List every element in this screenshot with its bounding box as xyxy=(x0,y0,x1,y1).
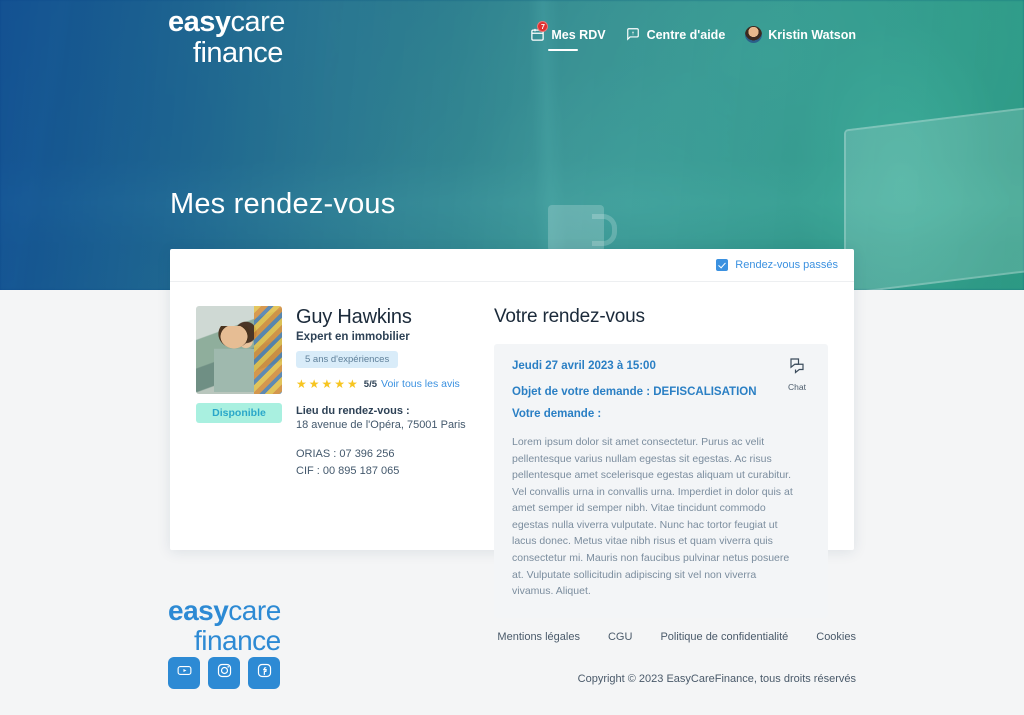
youtube-link[interactable] xyxy=(168,657,200,689)
advisor-details: Guy Hawkins Expert en immobilier 5 ans d… xyxy=(296,306,466,618)
footer-logo[interactable]: easycare finance xyxy=(168,597,281,655)
footer-link-mentions-legales[interactable]: Mentions légales xyxy=(497,631,580,643)
appointment-section-title: Votre rendez-vous xyxy=(494,306,645,327)
instagram-link[interactable] xyxy=(208,657,240,689)
chat-bubbles-icon xyxy=(788,358,806,378)
nav-item-mes-rdv[interactable]: 7 Mes RDV xyxy=(530,21,606,51)
advisor-panel: Disponible Guy Hawkins Expert en immobil… xyxy=(196,306,468,618)
advisor-name: Guy Hawkins xyxy=(296,306,412,328)
orias-number: ORIAS : 07 396 256 xyxy=(296,448,395,460)
avatar-icon xyxy=(745,26,763,43)
location-value: 18 avenue de l'Opéra, 75001 Paris xyxy=(296,419,466,431)
past-appointments-label: Rendez-vous passés xyxy=(735,259,838,271)
appointment-subject: Objet de votre demande : DEFISCALISATION xyxy=(512,386,757,398)
footer-logo-word-finance: finance xyxy=(193,625,281,656)
appointments-card: Rendez-vous passés Disponible Guy Hawkin… xyxy=(170,249,854,618)
footer-link-cgu[interactable]: CGU xyxy=(608,631,632,643)
past-appointments-checkbox[interactable]: Rendez-vous passés xyxy=(716,259,838,271)
nav-item-user-account[interactable]: Kristin Watson xyxy=(745,26,856,43)
footer-logo-word-care: care xyxy=(228,595,281,626)
main-navigation: 7 Mes RDV Centre d'aide Kristin Watson xyxy=(530,21,856,51)
facebook-link[interactable] xyxy=(248,657,280,689)
help-chat-icon xyxy=(626,27,641,42)
advisor-role: Expert en immobilier xyxy=(296,331,410,343)
cif-number: CIF : 00 895 187 065 xyxy=(296,465,400,478)
decorative-monitor-shape xyxy=(844,106,1024,290)
advisor-photo xyxy=(196,306,282,394)
logo-word-easy: easy xyxy=(168,6,231,38)
footer-link-politique-confidentialite[interactable]: Politique de confidentialité xyxy=(660,631,788,643)
page-title: Mes rendez-vous xyxy=(170,188,396,220)
appointment-panel: Votre rendez-vous Chat Jeudi 27 avril 20… xyxy=(468,306,828,618)
footer-link-cookies[interactable]: Cookies xyxy=(816,631,856,643)
site-logo[interactable]: easycare finance xyxy=(168,8,285,68)
logo-word-care: care xyxy=(230,6,286,38)
footer-links: Mentions légales CGU Politique de confid… xyxy=(497,631,856,643)
chat-label: Chat xyxy=(788,382,806,392)
nav-badge-count: 7 xyxy=(537,21,549,32)
location-label: Lieu du rendez-vous : xyxy=(296,405,410,417)
checkbox-checked-icon[interactable] xyxy=(716,259,729,271)
youtube-icon xyxy=(176,662,193,684)
nav-item-centre-daide[interactable]: Centre d'aide xyxy=(626,27,726,42)
advisor-experience-badge: 5 ans d'expériences xyxy=(296,351,399,368)
footer-logo-word-easy: easy xyxy=(168,595,229,626)
nav-label-user-name: Kristin Watson xyxy=(768,27,856,42)
see-all-reviews-link[interactable]: Voir tous les avis xyxy=(381,378,460,390)
chat-button[interactable]: Chat xyxy=(780,356,814,392)
rating-value: 5/5 xyxy=(363,378,378,390)
card-filter-bar: Rendez-vous passés xyxy=(170,249,854,282)
regulatory-info: ORIAS : 07 396 256 CIF : 00 895 187 065 xyxy=(296,446,466,480)
advisor-avatar-block: Disponible xyxy=(196,306,282,618)
card-content: Disponible Guy Hawkins Expert en immobil… xyxy=(170,282,854,618)
social-links xyxy=(168,657,280,689)
rating-stars-icon: ★★★★★ xyxy=(296,377,360,391)
nav-label-mes-rdv: Mes RDV xyxy=(551,27,606,42)
page-footer: easycare finance Mentions légales CGU Po… xyxy=(0,575,1024,715)
footer-copyright: Copyright © 2023 EasyCareFinance, tous d… xyxy=(577,673,856,685)
instagram-icon xyxy=(216,662,233,684)
nav-label-centre-daide: Centre d'aide xyxy=(646,27,726,42)
hero-banner: easycare finance 7 Mes RDV Centre d'aide xyxy=(0,0,1024,290)
availability-badge: Disponible xyxy=(196,403,282,423)
appointment-request-label: Votre demande : xyxy=(512,408,602,420)
advisor-rating-row: ★★★★★ 5/5 Voir tous les avis xyxy=(296,377,466,391)
logo-word-finance: finance xyxy=(192,37,284,69)
facebook-icon xyxy=(256,662,273,684)
appointment-datetime: Jeudi 27 avril 2023 à 15:00 xyxy=(512,360,656,372)
